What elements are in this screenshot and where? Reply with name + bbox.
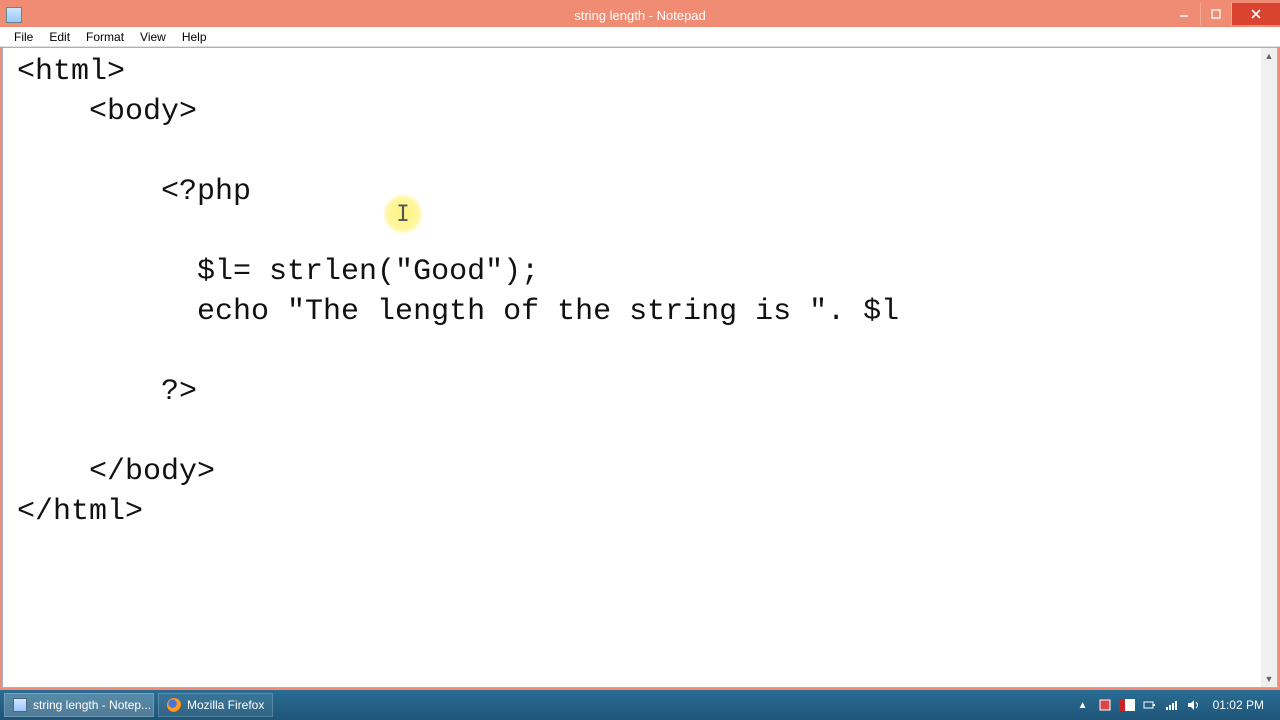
text-editor[interactable]: <html> <body> <?php $l= strlen("Good"); … bbox=[3, 48, 1261, 687]
menu-file[interactable]: File bbox=[6, 28, 41, 46]
notepad-icon bbox=[13, 698, 27, 712]
editor-container: <html> <body> <?php $l= strlen("Good"); … bbox=[2, 47, 1278, 688]
menu-help[interactable]: Help bbox=[174, 28, 215, 46]
menu-edit[interactable]: Edit bbox=[41, 28, 78, 46]
tray-overflow-icon[interactable]: ▲ bbox=[1075, 697, 1091, 713]
notepad-app-icon bbox=[6, 7, 22, 23]
taskbar-item-notepad[interactable]: string length - Notep... bbox=[4, 693, 154, 717]
tray-clock[interactable]: 01:02 PM bbox=[1207, 699, 1270, 711]
maximize-button[interactable] bbox=[1200, 3, 1232, 25]
firefox-icon bbox=[167, 698, 181, 712]
scroll-down-icon[interactable]: ▼ bbox=[1261, 671, 1277, 687]
window-title: string length - Notepad bbox=[574, 8, 706, 23]
minimize-button[interactable] bbox=[1168, 3, 1200, 25]
menu-format[interactable]: Format bbox=[78, 28, 132, 46]
tray-flag-icon[interactable] bbox=[1119, 697, 1135, 713]
tray-security-icon[interactable] bbox=[1097, 697, 1113, 713]
scroll-up-icon[interactable]: ▲ bbox=[1261, 48, 1277, 64]
title-bar: string length - Notepad bbox=[0, 3, 1280, 27]
taskbar-item-label: Mozilla Firefox bbox=[187, 698, 264, 712]
taskbar-item-label: string length - Notep... bbox=[33, 698, 151, 712]
vertical-scrollbar[interactable]: ▲ ▼ bbox=[1261, 48, 1277, 687]
tray-network-icon[interactable] bbox=[1163, 697, 1179, 713]
tray-volume-icon[interactable] bbox=[1185, 697, 1201, 713]
taskbar-item-firefox[interactable]: Mozilla Firefox bbox=[158, 693, 273, 717]
window-controls bbox=[1168, 3, 1280, 27]
taskbar: string length - Notep... Mozilla Firefox… bbox=[0, 690, 1280, 720]
menu-view[interactable]: View bbox=[132, 28, 174, 46]
menu-bar: File Edit Format View Help bbox=[0, 27, 1280, 47]
tray-power-icon[interactable] bbox=[1141, 697, 1157, 713]
close-button[interactable] bbox=[1232, 3, 1280, 25]
system-tray: ▲ 01:02 PM bbox=[1075, 697, 1276, 713]
